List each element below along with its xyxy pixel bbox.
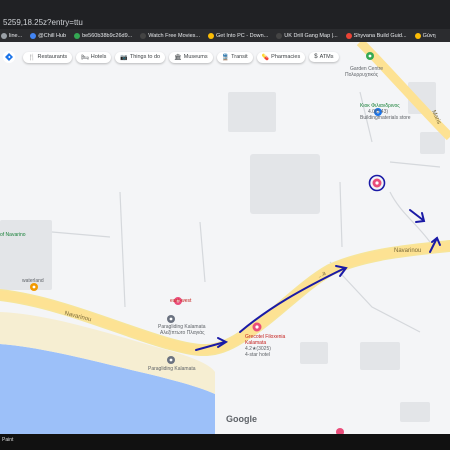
map-canvas[interactable]: 🍴 Restaurants 🛏 Hotels 📷 Things to do 🏛 Muse… — [0, 42, 450, 434]
chip-label: ATMs — [319, 54, 334, 60]
annotation-arrow-3 — [409, 209, 424, 221]
bookmark-label: Shyvana Build Guid... — [353, 32, 407, 39]
chip-hotels[interactable]: 🛏 Hotels — [76, 51, 112, 63]
pharmacy-icon: 💊 — [261, 54, 270, 61]
bookmark-label: Watch Free Movies... — [148, 32, 200, 39]
bookmark-favicon-icon — [74, 32, 81, 39]
chip-label: Things to do — [129, 54, 161, 60]
atm-icon: $ — [314, 54, 318, 60]
taskbar: Paint — [0, 434, 450, 450]
train-icon: 🚆 — [221, 54, 230, 61]
pin-waterland — [30, 283, 38, 291]
bookmark-favicon-icon — [414, 32, 421, 39]
pin-grecotel — [252, 322, 262, 332]
browser-url-bar[interactable]: 5259,18.25z?entry=ttu — [0, 0, 450, 29]
museum-icon: 🏛 — [174, 54, 182, 61]
chip-label: Museums — [183, 54, 208, 60]
bookmark-item[interactable]: Watch Free Movies... — [139, 32, 201, 39]
url-text[interactable]: 5259,18.25z?entry=ttu — [3, 18, 83, 27]
bookmark-item[interactable]: be560b38b9c26d9... — [73, 32, 133, 39]
google-logo: Google — [226, 414, 257, 424]
chip-pharmacies[interactable]: 💊 Pharmacies — [256, 51, 306, 63]
chip-atms[interactable]: $ ATMs — [309, 52, 339, 62]
bed-icon: 🛏 — [81, 54, 89, 61]
pin-paragliding — [167, 315, 175, 323]
bookmark-label: Get Into PC - Down... — [216, 32, 269, 39]
road-label-navarinou-right: Navarinou — [394, 248, 422, 254]
place-label-paragliding-beach[interactable]: Paragliding Kalamata — [148, 366, 196, 372]
chip-label: Transit — [231, 54, 248, 60]
bookmark-item[interactable]: Gùvη — [414, 32, 437, 39]
chip-museums[interactable]: 🏛 Museums — [169, 51, 213, 63]
place-label-east-west[interactable]: east-west — [170, 298, 191, 304]
bookmark-label: @Chill Hub — [38, 32, 67, 39]
chip-restaurants[interactable]: 🍴 Restaurants — [23, 51, 73, 63]
bookmark-favicon-icon — [208, 32, 214, 39]
bookmark-item[interactable]: line... — [0, 32, 23, 39]
google-maps-diamond-icon[interactable] — [3, 51, 15, 63]
bookmark-item[interactable]: Get Into PC - Down... — [207, 32, 269, 39]
fork-knife-icon: 🍴 — [28, 54, 36, 61]
place-label-waterland[interactable]: waterland — [22, 278, 44, 284]
place-label-garden-centre-greek: Πολυρρυχτικός — [345, 72, 379, 78]
place-label-of-navarino[interactable]: of Navarino — [0, 232, 26, 238]
chip-transit[interactable]: 🚆 Transit — [216, 51, 253, 63]
taskbar-label[interactable]: Paint — [2, 437, 13, 443]
map-base-layer — [0, 42, 450, 434]
bookmark-favicon-icon — [276, 32, 283, 39]
category-chips: 🍴 Restaurants 🛏 Hotels 📷 Things to do 🏛 Muse… — [0, 49, 450, 65]
place-label-grecotel-category: 4-star hotel — [245, 352, 271, 358]
bookmark-item[interactable]: @Chill Hub — [29, 32, 67, 39]
camera-icon: 📷 — [120, 54, 128, 61]
bookmark-label: be560b38b9c26d9... — [82, 32, 133, 39]
bookmark-label: UK Drill Gang Map |... — [284, 32, 338, 39]
bookmark-favicon-icon — [140, 32, 147, 39]
bookmarks-bar: line... @Chill Hub be560b38b9c26d9... Wa… — [0, 29, 450, 42]
pin-selected — [368, 174, 386, 192]
bookmark-label: Gùvη — [422, 32, 436, 39]
bookmark-item[interactable]: Shyvana Build Guid... — [345, 32, 408, 39]
chip-things-to-do[interactable]: 📷 Things to do — [115, 51, 166, 63]
bookmark-item[interactable]: UK Drill Gang Map |... — [275, 32, 338, 39]
chip-label: Pharmacies — [271, 54, 301, 60]
chip-label: Restaurants — [37, 54, 68, 60]
place-label-kiosk-category: Buildingmaterials store — [360, 115, 411, 121]
bookmark-favicon-icon — [30, 32, 37, 39]
chip-label: Hotels — [90, 54, 107, 60]
bookmark-label: line... — [9, 32, 23, 39]
place-label-paragliding-greek: Αλεξίπτωτο Πλαγιάς — [160, 330, 205, 336]
bookmark-favicon-icon — [1, 32, 7, 39]
pin-paragliding-beach — [167, 356, 175, 364]
bookmark-favicon-icon — [345, 32, 352, 39]
